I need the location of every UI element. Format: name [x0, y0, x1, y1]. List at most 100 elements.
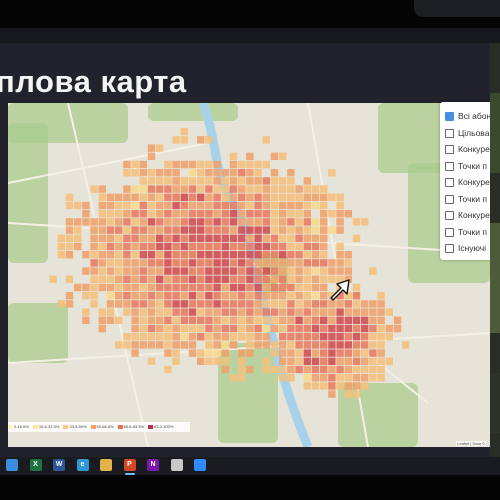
heat-cell[interactable]	[352, 333, 361, 341]
heat-cell[interactable]	[279, 234, 287, 242]
heat-cell[interactable]	[328, 357, 336, 365]
heat-cell[interactable]	[197, 333, 205, 341]
heat-cell[interactable]	[156, 251, 164, 259]
heat-cell[interactable]	[320, 333, 328, 341]
heat-cell[interactable]	[188, 324, 197, 333]
heat-cell[interactable]	[197, 275, 205, 283]
heat-cell[interactable]	[254, 177, 262, 185]
heat-cell[interactable]	[246, 218, 254, 226]
heat-cell[interactable]	[336, 210, 344, 218]
heat-cell[interactable]	[377, 316, 385, 324]
heat-cell[interactable]	[197, 160, 205, 169]
heat-cell[interactable]	[156, 177, 164, 185]
heat-cell[interactable]	[279, 300, 287, 308]
heat-cell[interactable]	[279, 275, 287, 283]
heat-cell[interactable]	[270, 349, 279, 357]
heat-cell[interactable]	[139, 308, 147, 316]
heat-cell[interactable]	[295, 365, 303, 374]
heat-cell[interactable]	[98, 283, 106, 292]
heat-cell[interactable]	[352, 357, 361, 365]
heat-cell[interactable]	[57, 251, 65, 259]
heat-cell[interactable]	[254, 308, 262, 316]
heat-cell[interactable]	[229, 201, 238, 210]
heat-cell[interactable]	[369, 316, 377, 324]
heat-cell[interactable]	[254, 259, 262, 267]
heat-cell[interactable]	[295, 218, 303, 226]
heat-cell[interactable]	[295, 292, 303, 300]
heat-cell[interactable]	[147, 357, 156, 365]
heat-cell[interactable]	[287, 234, 295, 242]
heat-cell[interactable]	[106, 292, 115, 300]
heat-cell[interactable]	[197, 201, 205, 210]
heat-cell[interactable]	[246, 349, 254, 357]
heat-cell[interactable]	[328, 210, 336, 218]
powerpoint-icon[interactable]: P	[123, 459, 136, 471]
heat-cell[interactable]	[123, 283, 131, 292]
heat-cell[interactable]	[303, 210, 311, 218]
heat-cell[interactable]	[82, 283, 90, 292]
heat-cell[interactable]	[385, 333, 393, 341]
heat-cell[interactable]	[98, 201, 106, 210]
heat-cell[interactable]	[320, 267, 328, 275]
layer-item[interactable]: Точки п	[445, 159, 490, 173]
heat-cell[interactable]	[229, 226, 238, 234]
heat-cell[interactable]	[336, 357, 344, 365]
heat-cell[interactable]	[270, 193, 279, 201]
heat-cell[interactable]	[238, 242, 246, 251]
heat-cell[interactable]	[320, 234, 328, 242]
heat-cell[interactable]	[164, 226, 172, 234]
heat-cell[interactable]	[287, 275, 295, 283]
heat-cell[interactable]	[279, 193, 287, 201]
heat-cell[interactable]	[287, 193, 295, 201]
heat-cell[interactable]	[172, 300, 180, 308]
heat-cell[interactable]	[197, 259, 205, 267]
heat-cell[interactable]	[279, 267, 287, 275]
heat-cell[interactable]	[279, 259, 287, 267]
heat-cell[interactable]	[139, 259, 147, 267]
heat-cell[interactable]	[344, 324, 352, 333]
layer-checkbox[interactable]	[445, 227, 454, 237]
heat-cell[interactable]	[221, 234, 229, 242]
heat-cell[interactable]	[90, 234, 98, 242]
heat-cell[interactable]	[246, 226, 254, 234]
heat-cell[interactable]	[377, 308, 385, 316]
heat-cell[interactable]	[311, 218, 320, 226]
heat-cell[interactable]	[246, 292, 254, 300]
heat-cell[interactable]	[238, 259, 246, 267]
heat-cell[interactable]	[336, 324, 344, 333]
heat-cell[interactable]	[287, 177, 295, 185]
heat-cell[interactable]	[213, 177, 221, 185]
heat-cell[interactable]	[221, 210, 229, 218]
heat-cell[interactable]	[147, 169, 156, 177]
heat-cell[interactable]	[328, 349, 336, 357]
heat-cell[interactable]	[262, 210, 270, 218]
heat-cell[interactable]	[106, 234, 115, 242]
heat-cell[interactable]	[147, 316, 156, 324]
heat-cell[interactable]	[49, 275, 57, 283]
layer-checkbox[interactable]	[445, 194, 454, 204]
heat-cell[interactable]	[270, 259, 279, 267]
heat-cell[interactable]	[262, 226, 270, 234]
heat-cell[interactable]	[188, 177, 197, 185]
heat-cell[interactable]	[123, 160, 131, 169]
heat-cell[interactable]	[336, 341, 344, 349]
edge-icon[interactable]: e	[76, 459, 89, 471]
heat-cell[interactable]	[131, 308, 139, 316]
heat-cell[interactable]	[254, 226, 262, 234]
heat-cell[interactable]	[106, 242, 115, 251]
heat-cell[interactable]	[164, 341, 172, 349]
heat-cell[interactable]	[262, 365, 270, 374]
heat-cell[interactable]	[188, 210, 197, 218]
heat-cell[interactable]	[229, 193, 238, 201]
heat-cell[interactable]	[320, 185, 328, 193]
heat-cell[interactable]	[172, 349, 180, 357]
heat-cell[interactable]	[320, 365, 328, 374]
heat-cell[interactable]	[213, 218, 221, 226]
heat-cell[interactable]	[205, 136, 213, 144]
heat-cell[interactable]	[311, 324, 320, 333]
heat-cell[interactable]	[115, 242, 123, 251]
heat-cell[interactable]	[147, 292, 156, 300]
heat-cell[interactable]	[123, 300, 131, 308]
heat-cell[interactable]	[221, 333, 229, 341]
heat-cell[interactable]	[287, 251, 295, 259]
